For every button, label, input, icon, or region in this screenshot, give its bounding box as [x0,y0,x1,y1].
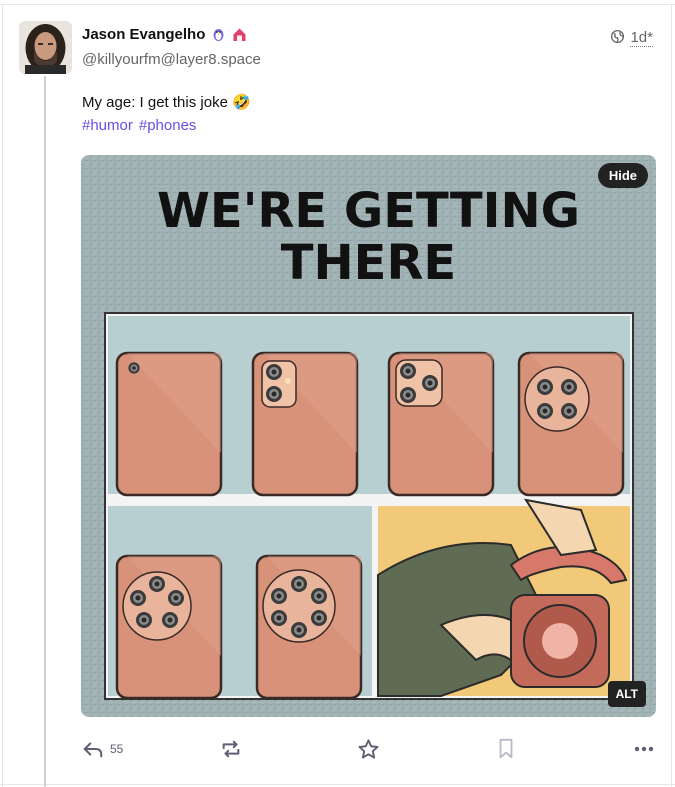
post-text: My age: I get this joke 🤣 [82,94,251,111]
star-icon [357,738,380,761]
hashtag-list: #humor #phones [82,114,202,138]
reply-button[interactable]: 55 [82,735,123,763]
bookmark-button[interactable] [496,735,516,763]
meme-headline-line2: THERE [281,235,456,291]
avatar-image [19,21,72,74]
edited-marker: * [647,29,653,46]
boost-button[interactable] [220,735,242,763]
author-row: Jason Evangelho [82,26,247,43]
meme-image: WE'RE GETTING THERE [81,155,656,717]
penguin-emoji-icon [211,27,226,42]
favourite-button[interactable] [357,735,380,763]
boost-icon [220,738,242,760]
alt-text-button[interactable]: ALT [607,681,646,707]
bookmark-icon [496,738,516,760]
card-top-border [0,4,675,5]
thread-line [44,76,46,787]
card-left-border [2,4,3,787]
reply-count: 55 [110,742,124,756]
avatar[interactable] [19,21,72,74]
card-right-border [671,4,672,787]
house-emoji-icon [232,27,247,42]
post-action-bar: 55 [82,735,657,763]
hide-media-button[interactable]: Hide [597,163,648,188]
account-handle[interactable]: @killyourfm@layer8.space [82,51,261,68]
globe-icon [610,29,625,48]
display-name[interactable]: Jason Evangelho [82,26,205,43]
post-timestamp[interactable]: 1d* [630,30,653,47]
more-horizontal-icon [634,746,654,752]
hashtag-phones[interactable]: #phones [139,117,197,134]
hashtag-humor[interactable]: #humor [82,117,133,134]
reply-icon [82,739,104,759]
meme-headline-line1: WE'RE GETTING [157,183,580,239]
post-meta: 1d* [610,29,653,48]
more-options-button[interactable] [634,735,654,763]
card-bottom-border [0,784,675,785]
media-attachment[interactable]: WE'RE GETTING THERE Hide ALT [81,155,656,717]
